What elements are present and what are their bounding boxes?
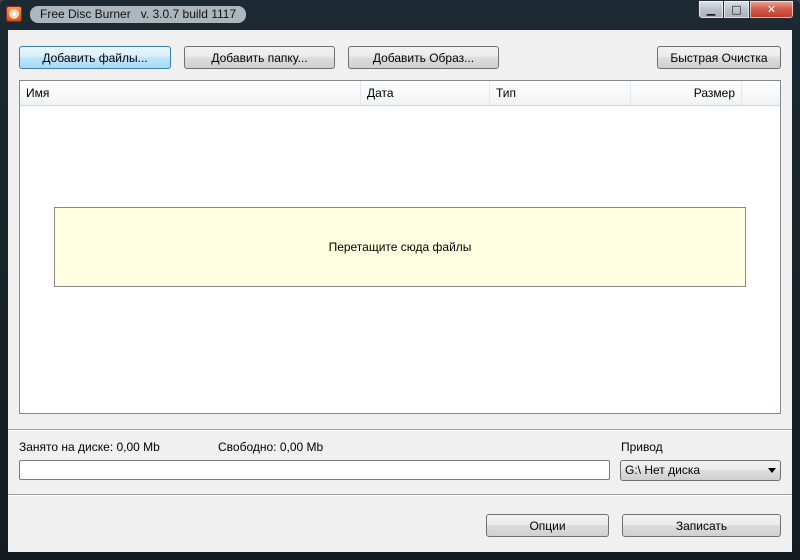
minimize-button[interactable]: ▁ (698, 0, 724, 19)
add-files-button[interactable]: Добавить файлы... (19, 46, 171, 69)
drop-zone[interactable]: Перетащите сюда файлы (54, 207, 746, 287)
drop-hint: Перетащите сюда файлы (328, 240, 472, 254)
divider-top (8, 429, 792, 431)
column-header-date[interactable]: Дата (361, 81, 490, 105)
free-space-label: Свободно: 0,00 Mb (218, 440, 324, 454)
main-panel: Добавить файлы... Добавить папку... Доба… (8, 30, 792, 552)
app-version: v. 3.0.7 build 1117 (140, 7, 237, 21)
app-name: Free Disc Burner (40, 7, 131, 21)
drive-select[interactable]: G:\ Нет диска (620, 460, 781, 481)
close-icon: ✕ (766, 3, 777, 16)
add-image-button[interactable]: Добавить Образ... (348, 46, 499, 69)
disc-glyph (9, 9, 19, 19)
column-header-size[interactable]: Размер (631, 81, 742, 105)
drive-label: Привод (621, 440, 663, 454)
caption-buttons: ▁ □ ✕ (698, 0, 794, 20)
file-list-header: Имя Дата Тип Размер (20, 81, 780, 106)
window-title: Free Disc Burner v. 3.0.7 build 1117 (30, 6, 247, 23)
drive-select-value: G:\ Нет диска (625, 463, 700, 477)
minimize-icon: ▁ (706, 3, 716, 16)
app-window: Free Disc Burner v. 3.0.7 build 1117 ▁ □… (0, 0, 800, 560)
file-list[interactable]: Имя Дата Тип Размер Перетащите сюда файл… (19, 80, 781, 414)
app-disc-icon[interactable] (6, 6, 22, 22)
options-button[interactable]: Опции (486, 514, 609, 537)
maximize-icon: □ (731, 3, 742, 16)
disc-usage-bar (19, 460, 610, 480)
burn-button[interactable]: Записать (622, 514, 781, 537)
quick-erase-button[interactable]: Быстрая Очистка (657, 46, 781, 69)
column-header-name[interactable]: Имя (20, 81, 361, 105)
add-folder-button[interactable]: Добавить папку... (184, 46, 335, 69)
chevron-down-icon (768, 468, 776, 473)
maximize-button[interactable]: □ (724, 0, 750, 19)
used-space-label: Занято на диске: 0,00 Mb (19, 440, 160, 454)
title-bar[interactable]: Free Disc Burner v. 3.0.7 build 1117 ▁ □… (0, 0, 800, 30)
column-header-type[interactable]: Тип (490, 81, 631, 105)
close-button[interactable]: ✕ (750, 0, 794, 19)
divider-bottom (8, 494, 792, 496)
